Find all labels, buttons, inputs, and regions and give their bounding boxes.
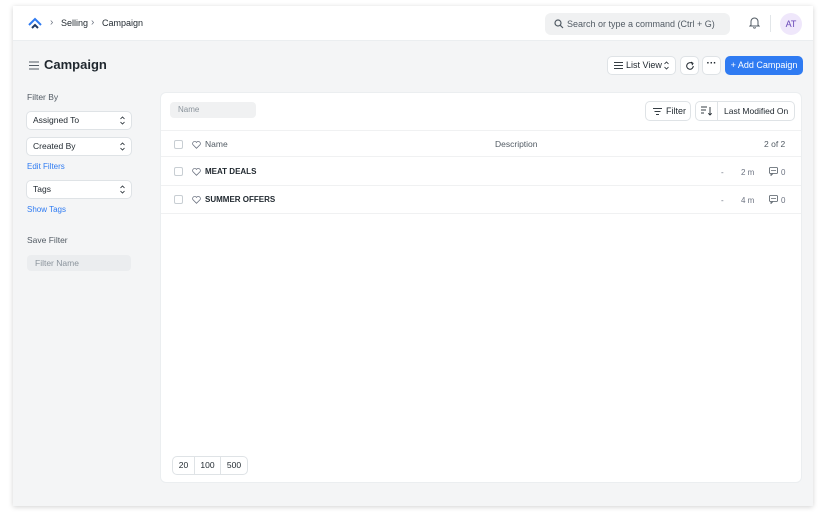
row-checkbox[interactable] (174, 195, 183, 204)
assigned-to-label: Assigned To (33, 115, 80, 125)
row-description: - (721, 196, 724, 205)
row-modified: 2 m (741, 168, 755, 177)
search-placeholder: Search or type a command (Ctrl + G) (567, 19, 715, 29)
created-by-select[interactable]: Created By (26, 137, 132, 156)
list-panel: Name Filter Last Modified On Name Descri… (160, 92, 802, 483)
refresh-button[interactable] (680, 56, 699, 75)
navbar-divider (770, 15, 771, 32)
breadcrumb-chevron-icon: › (50, 17, 54, 28)
save-filter-label: Save Filter (27, 235, 68, 245)
page-size-100[interactable]: 100 (195, 457, 220, 474)
list-item[interactable]: SUMMER OFFERS - 4 m 0 (161, 186, 801, 214)
row-checkbox[interactable] (174, 167, 183, 176)
sidebar-toggle-icon[interactable] (29, 61, 39, 70)
heart-icon[interactable] (192, 141, 201, 149)
breadcrumb-selling[interactable]: Selling (61, 17, 88, 29)
comment-icon (769, 195, 778, 204)
list-count: 2 of 2 (764, 139, 786, 149)
row-title[interactable]: SUMMER OFFERS (205, 194, 275, 205)
filter-button[interactable]: Filter (645, 101, 691, 121)
page-size-selector: 20 100 500 (172, 456, 248, 475)
navbar: › Selling › Campaign Search or type a co… (13, 6, 813, 41)
edit-filters-link[interactable]: Edit Filters (27, 162, 65, 172)
show-tags-link[interactable]: Show Tags (27, 205, 66, 215)
user-avatar[interactable]: AT (780, 13, 802, 35)
add-campaign-button[interactable]: + Add Campaign (725, 56, 803, 75)
select-caret-icon (120, 185, 125, 194)
heart-icon[interactable] (192, 168, 201, 176)
filter-by-label: Filter By (27, 92, 59, 102)
heart-icon[interactable] (192, 196, 201, 204)
list-view-label: List View (626, 60, 662, 70)
filter-label: Filter (666, 106, 686, 116)
refresh-icon (686, 61, 694, 70)
comment-icon (769, 167, 778, 176)
select-caret-icon (664, 61, 669, 70)
select-all-checkbox[interactable] (174, 140, 183, 149)
list-header: Name Description 2 of 2 (161, 130, 801, 157)
list-item[interactable]: MEAT DEALS - 2 m 0 (161, 158, 801, 186)
app-logo-icon[interactable] (28, 17, 42, 30)
list-icon (614, 62, 623, 69)
column-description-header: Description (495, 139, 538, 149)
breadcrumb-campaign[interactable]: Campaign (102, 17, 143, 29)
created-by-label: Created By (33, 141, 76, 151)
page-size-20[interactable]: 20 (173, 457, 194, 474)
breadcrumb-chevron-icon: › (91, 17, 95, 28)
page-size-500[interactable]: 500 (221, 457, 247, 474)
row-description: - (721, 168, 724, 177)
app-window: › Selling › Campaign Search or type a co… (13, 6, 813, 506)
assigned-to-select[interactable]: Assigned To (26, 111, 132, 130)
more-actions-button[interactable]: ··· (702, 56, 721, 75)
row-modified: 4 m (741, 196, 755, 205)
sort-direction-button[interactable] (696, 102, 718, 120)
row-comment-count: 0 (781, 168, 786, 177)
tags-label: Tags (33, 184, 51, 194)
tags-select[interactable]: Tags (26, 180, 132, 199)
filter-icon (653, 108, 662, 115)
name-filter-input[interactable]: Name (170, 102, 256, 118)
sort-icon (701, 106, 712, 116)
search-bar[interactable]: Search or type a command (Ctrl + G) (545, 13, 730, 35)
row-comment-count: 0 (781, 196, 786, 205)
notification-bell-icon[interactable] (749, 16, 760, 29)
list-view-button[interactable]: List View (607, 56, 676, 75)
row-title[interactable]: MEAT DEALS (205, 166, 256, 177)
select-caret-icon (120, 116, 125, 125)
search-icon (554, 19, 564, 29)
sort-by-button[interactable]: Last Modified On (724, 102, 788, 120)
column-name-header: Name (205, 139, 228, 149)
select-caret-icon (120, 142, 125, 151)
sort-control: Last Modified On (695, 101, 795, 121)
filter-name-input[interactable]: Filter Name (27, 255, 131, 271)
page-title: Campaign (44, 57, 107, 72)
